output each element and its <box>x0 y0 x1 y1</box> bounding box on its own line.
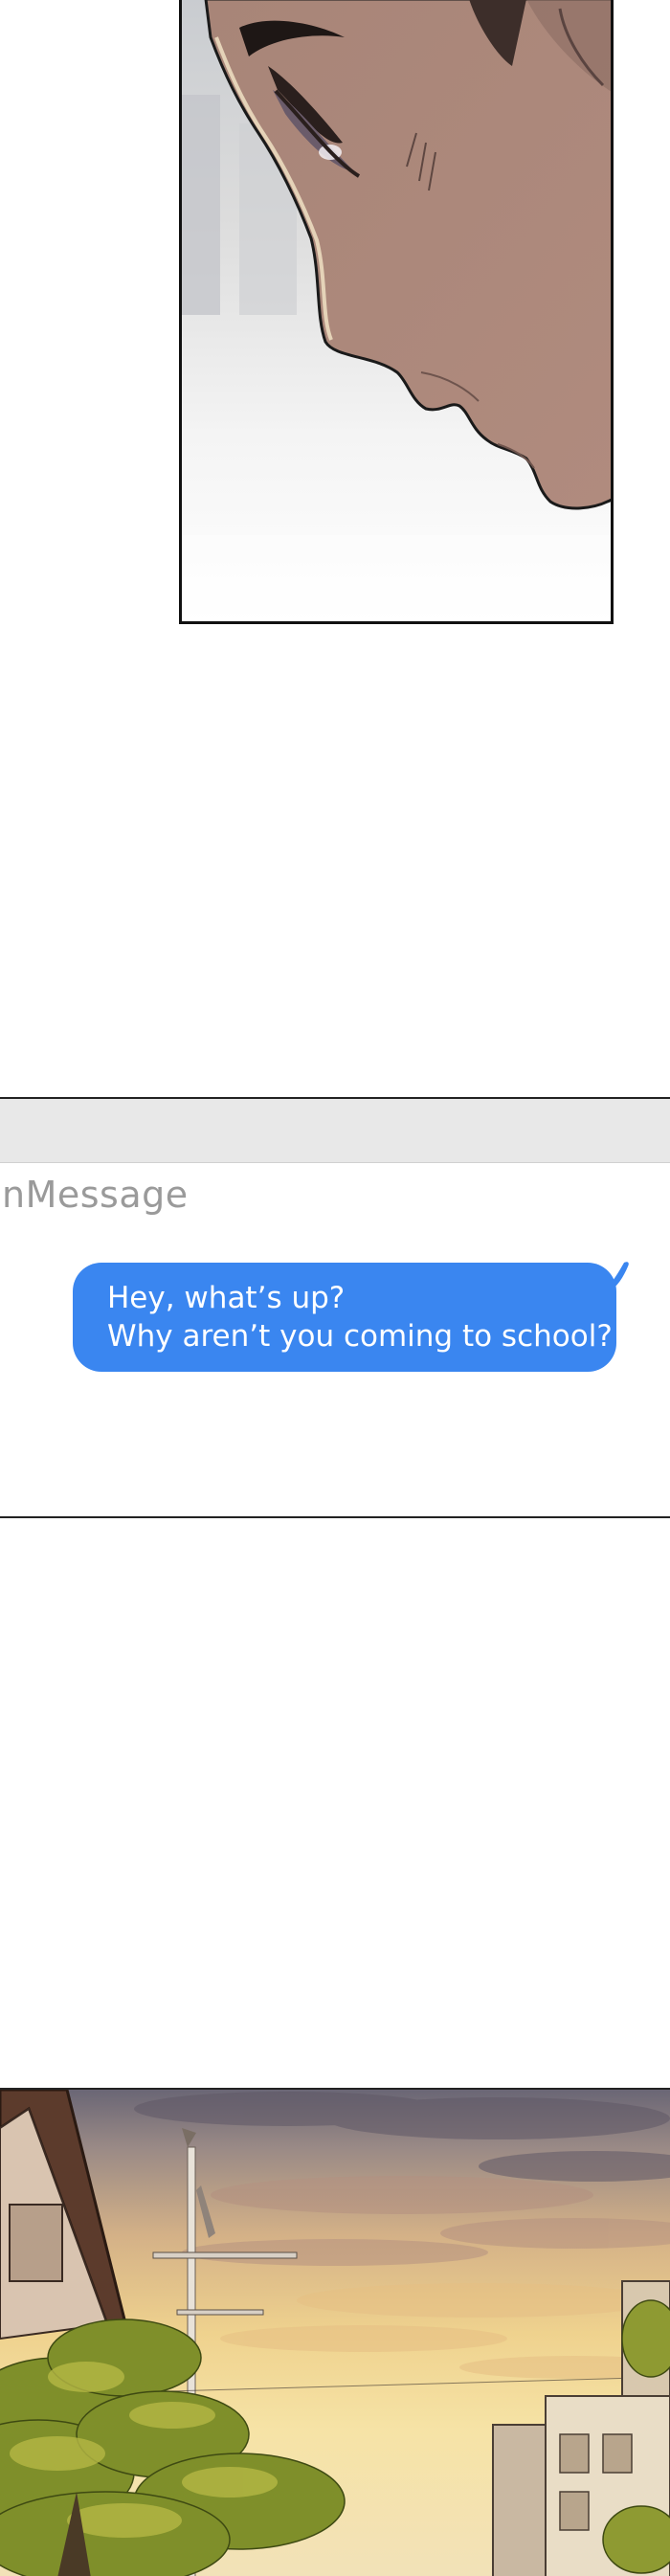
face-closeup-panel <box>179 0 614 624</box>
sunset-town-illustration <box>0 2090 670 2576</box>
sunset-town-panel <box>0 2088 670 2576</box>
face-closeup-illustration <box>182 0 611 621</box>
sent-message-bubble: Hey, what’s up? Why aren’t you coming to… <box>73 1263 616 1372</box>
phone-screen-panel: nMessage Hey, what’s up? Why aren’t you … <box>0 1097 670 1518</box>
messenger-app-name: nMessage <box>2 1174 189 1216</box>
message-line-1: Hey, what’s up? <box>107 1281 346 1315</box>
phone-top-bar <box>0 1099 670 1163</box>
message-line-2: Why aren’t you coming to school? <box>107 1319 613 1354</box>
